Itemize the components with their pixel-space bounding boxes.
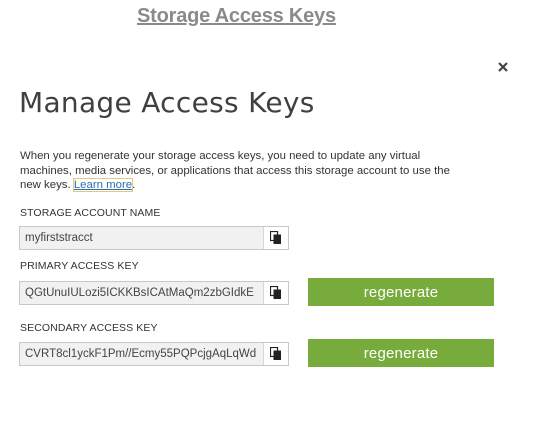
secondary-access-key-input[interactable] [20, 347, 263, 361]
copy-primary-key-button[interactable] [263, 282, 288, 304]
dialog-description: When you regenerate your storage access … [20, 149, 460, 193]
copy-secondary-key-button[interactable] [263, 343, 288, 365]
copy-icon [270, 231, 281, 244]
banner-title: Storage Access Keys [137, 5, 336, 27]
secondary-access-key-field [19, 342, 289, 366]
secondary-access-key-label: SECONDARY ACCESS KEY [20, 322, 158, 334]
primary-access-key-field [19, 281, 289, 305]
copy-icon [270, 347, 281, 360]
storage-account-name-input[interactable] [20, 231, 263, 245]
copy-icon [270, 286, 281, 299]
description-end: . [132, 179, 136, 192]
storage-account-name-field [19, 226, 289, 250]
copy-account-name-button[interactable] [263, 227, 288, 249]
regenerate-primary-button[interactable]: regenerate [308, 278, 494, 306]
learn-more-link[interactable]: Learn more [72, 178, 134, 193]
close-icon[interactable] [495, 61, 511, 77]
storage-account-name-label: STORAGE ACCOUNT NAME [20, 207, 161, 219]
primary-access-key-label: PRIMARY ACCESS KEY [20, 260, 139, 272]
regenerate-secondary-button[interactable]: regenerate [308, 339, 494, 367]
dialog-title: Manage Access Keys [19, 86, 315, 119]
primary-access-key-input[interactable] [20, 286, 263, 300]
